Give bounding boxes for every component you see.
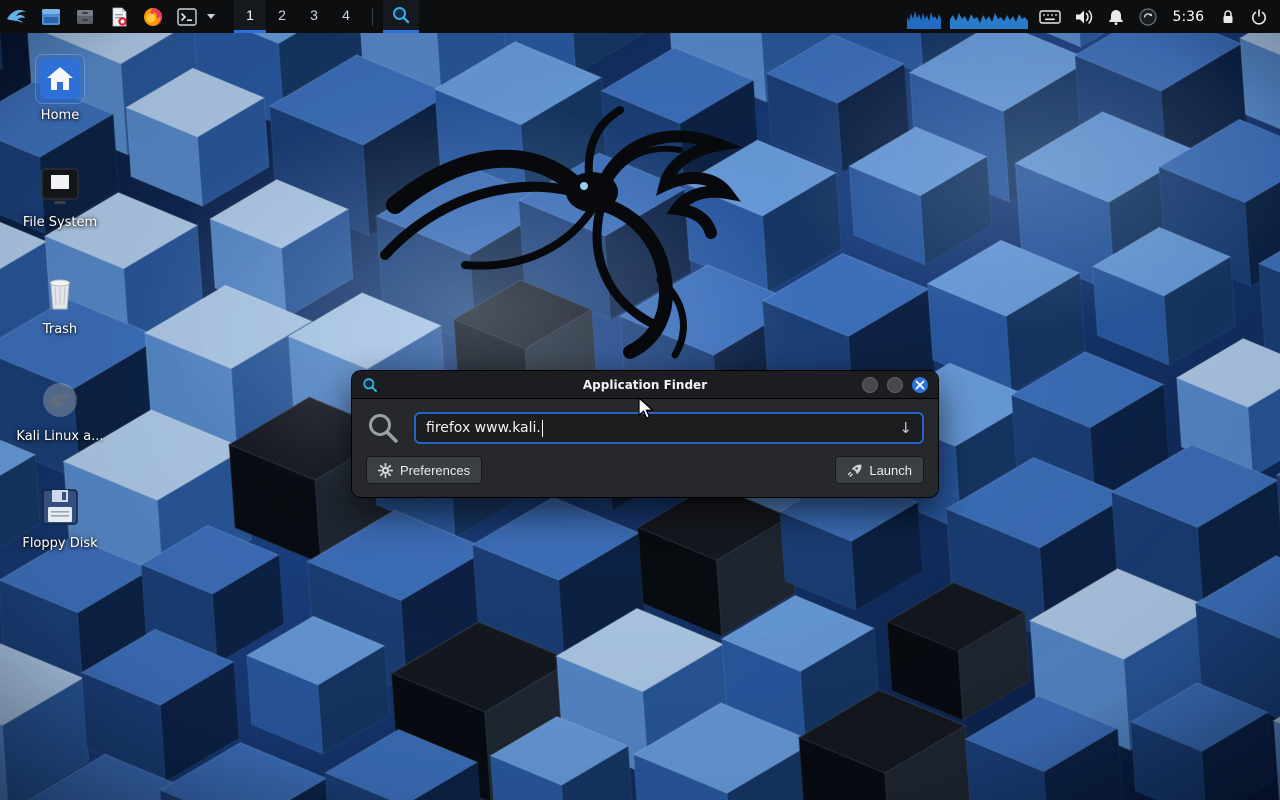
- launch-label: Launch: [869, 463, 912, 478]
- workspace-2[interactable]: 2: [266, 0, 298, 33]
- firefox-launcher[interactable]: [136, 0, 170, 33]
- app-finder-task-icon: [391, 5, 411, 25]
- desktop-icon-kali-linux[interactable]: Kali Linux a...: [8, 376, 112, 444]
- kali-menu-button[interactable]: [0, 0, 34, 33]
- clock[interactable]: 5:36: [1169, 9, 1208, 25]
- maximize-button[interactable]: [887, 377, 903, 393]
- keyboard-indicator[interactable]: [1037, 0, 1063, 33]
- updates-indicator[interactable]: [1136, 0, 1160, 33]
- panel-separator: [372, 8, 373, 26]
- volume-icon: [1074, 8, 1094, 26]
- cpu-graph[interactable]: [907, 5, 941, 29]
- notifications[interactable]: [1105, 0, 1127, 33]
- dropdown-arrow-icon[interactable]: ↓: [899, 419, 912, 437]
- chevron-down-icon: [207, 14, 215, 19]
- application-finder-window: Application Finder firefox www.kali. ↓: [352, 371, 938, 497]
- launch-button[interactable]: Launch: [835, 456, 924, 484]
- preferences-button[interactable]: Preferences: [366, 456, 482, 484]
- text-caret: [542, 420, 543, 437]
- desktop-icon-label: File System: [8, 215, 112, 230]
- close-button[interactable]: [912, 377, 928, 393]
- trash-icon: [38, 271, 82, 315]
- text-editor-icon: [108, 6, 130, 28]
- desktop-icon-home[interactable]: Home: [8, 55, 112, 123]
- gear-icon: [378, 463, 393, 478]
- desktop-icon-label: Floppy Disk: [8, 536, 112, 551]
- search-icon: [366, 411, 400, 445]
- desktop-icon-label: Home: [8, 108, 112, 123]
- lock-icon: [1219, 8, 1237, 26]
- firefox-icon: [142, 6, 164, 28]
- net-graph[interactable]: [950, 5, 1028, 29]
- desktop-icon-label: Trash: [8, 322, 112, 337]
- launch-icon: [847, 463, 862, 478]
- home-icon: [38, 57, 82, 101]
- finder-body: firefox www.kali. ↓ Preferences: [352, 399, 938, 497]
- desktop-icon-floppy-disk[interactable]: Floppy Disk: [8, 483, 112, 551]
- terminal-dropdown-button[interactable]: [204, 0, 218, 33]
- lock-screen-button[interactable]: [1217, 0, 1239, 33]
- volume-control[interactable]: [1072, 0, 1096, 33]
- window-title: Application Finder: [352, 378, 938, 392]
- power-icon: [1250, 8, 1268, 26]
- workspace-switcher: 1 2 3 4: [234, 0, 362, 33]
- kali-logo-icon: [5, 5, 29, 29]
- search-input[interactable]: firefox www.kali. ↓: [414, 412, 924, 444]
- floppy-disk-icon: [38, 485, 82, 529]
- files-icon: [74, 6, 96, 28]
- file-manager-launcher[interactable]: [34, 0, 68, 33]
- updates-icon: [1138, 7, 1158, 27]
- preferences-label: Preferences: [400, 463, 470, 478]
- files-launcher[interactable]: [68, 0, 102, 33]
- titlebar[interactable]: Application Finder: [352, 371, 938, 399]
- workspace-1[interactable]: 1: [234, 0, 266, 33]
- minimize-button[interactable]: [862, 377, 878, 393]
- kali-docs-icon: [38, 378, 82, 422]
- workspace-4[interactable]: 4: [330, 0, 362, 33]
- keyboard-icon: [1039, 9, 1061, 25]
- terminal-icon: [176, 6, 198, 28]
- bell-icon: [1107, 8, 1125, 26]
- workspace-3[interactable]: 3: [298, 0, 330, 33]
- panel-left: 1 2 3 4: [0, 0, 419, 33]
- taskbar-app-finder[interactable]: [383, 0, 419, 33]
- top-panel: 1 2 3 4: [0, 0, 1280, 33]
- desktop-icon-label: Kali Linux a...: [8, 429, 112, 444]
- desktop-icon-trash[interactable]: Trash: [8, 269, 112, 337]
- file-system-icon: [38, 164, 82, 208]
- logout-button[interactable]: [1248, 0, 1270, 33]
- terminal-launcher[interactable]: [170, 0, 204, 33]
- search-input-text: firefox www.kali.: [426, 420, 541, 436]
- text-editor-launcher[interactable]: [102, 0, 136, 33]
- desktop-icon-file-system[interactable]: File System: [8, 162, 112, 230]
- panel-tray: 5:36: [907, 0, 1280, 33]
- close-icon: [915, 380, 925, 390]
- app-finder-window-icon: [362, 377, 378, 393]
- file-manager-icon: [40, 6, 62, 28]
